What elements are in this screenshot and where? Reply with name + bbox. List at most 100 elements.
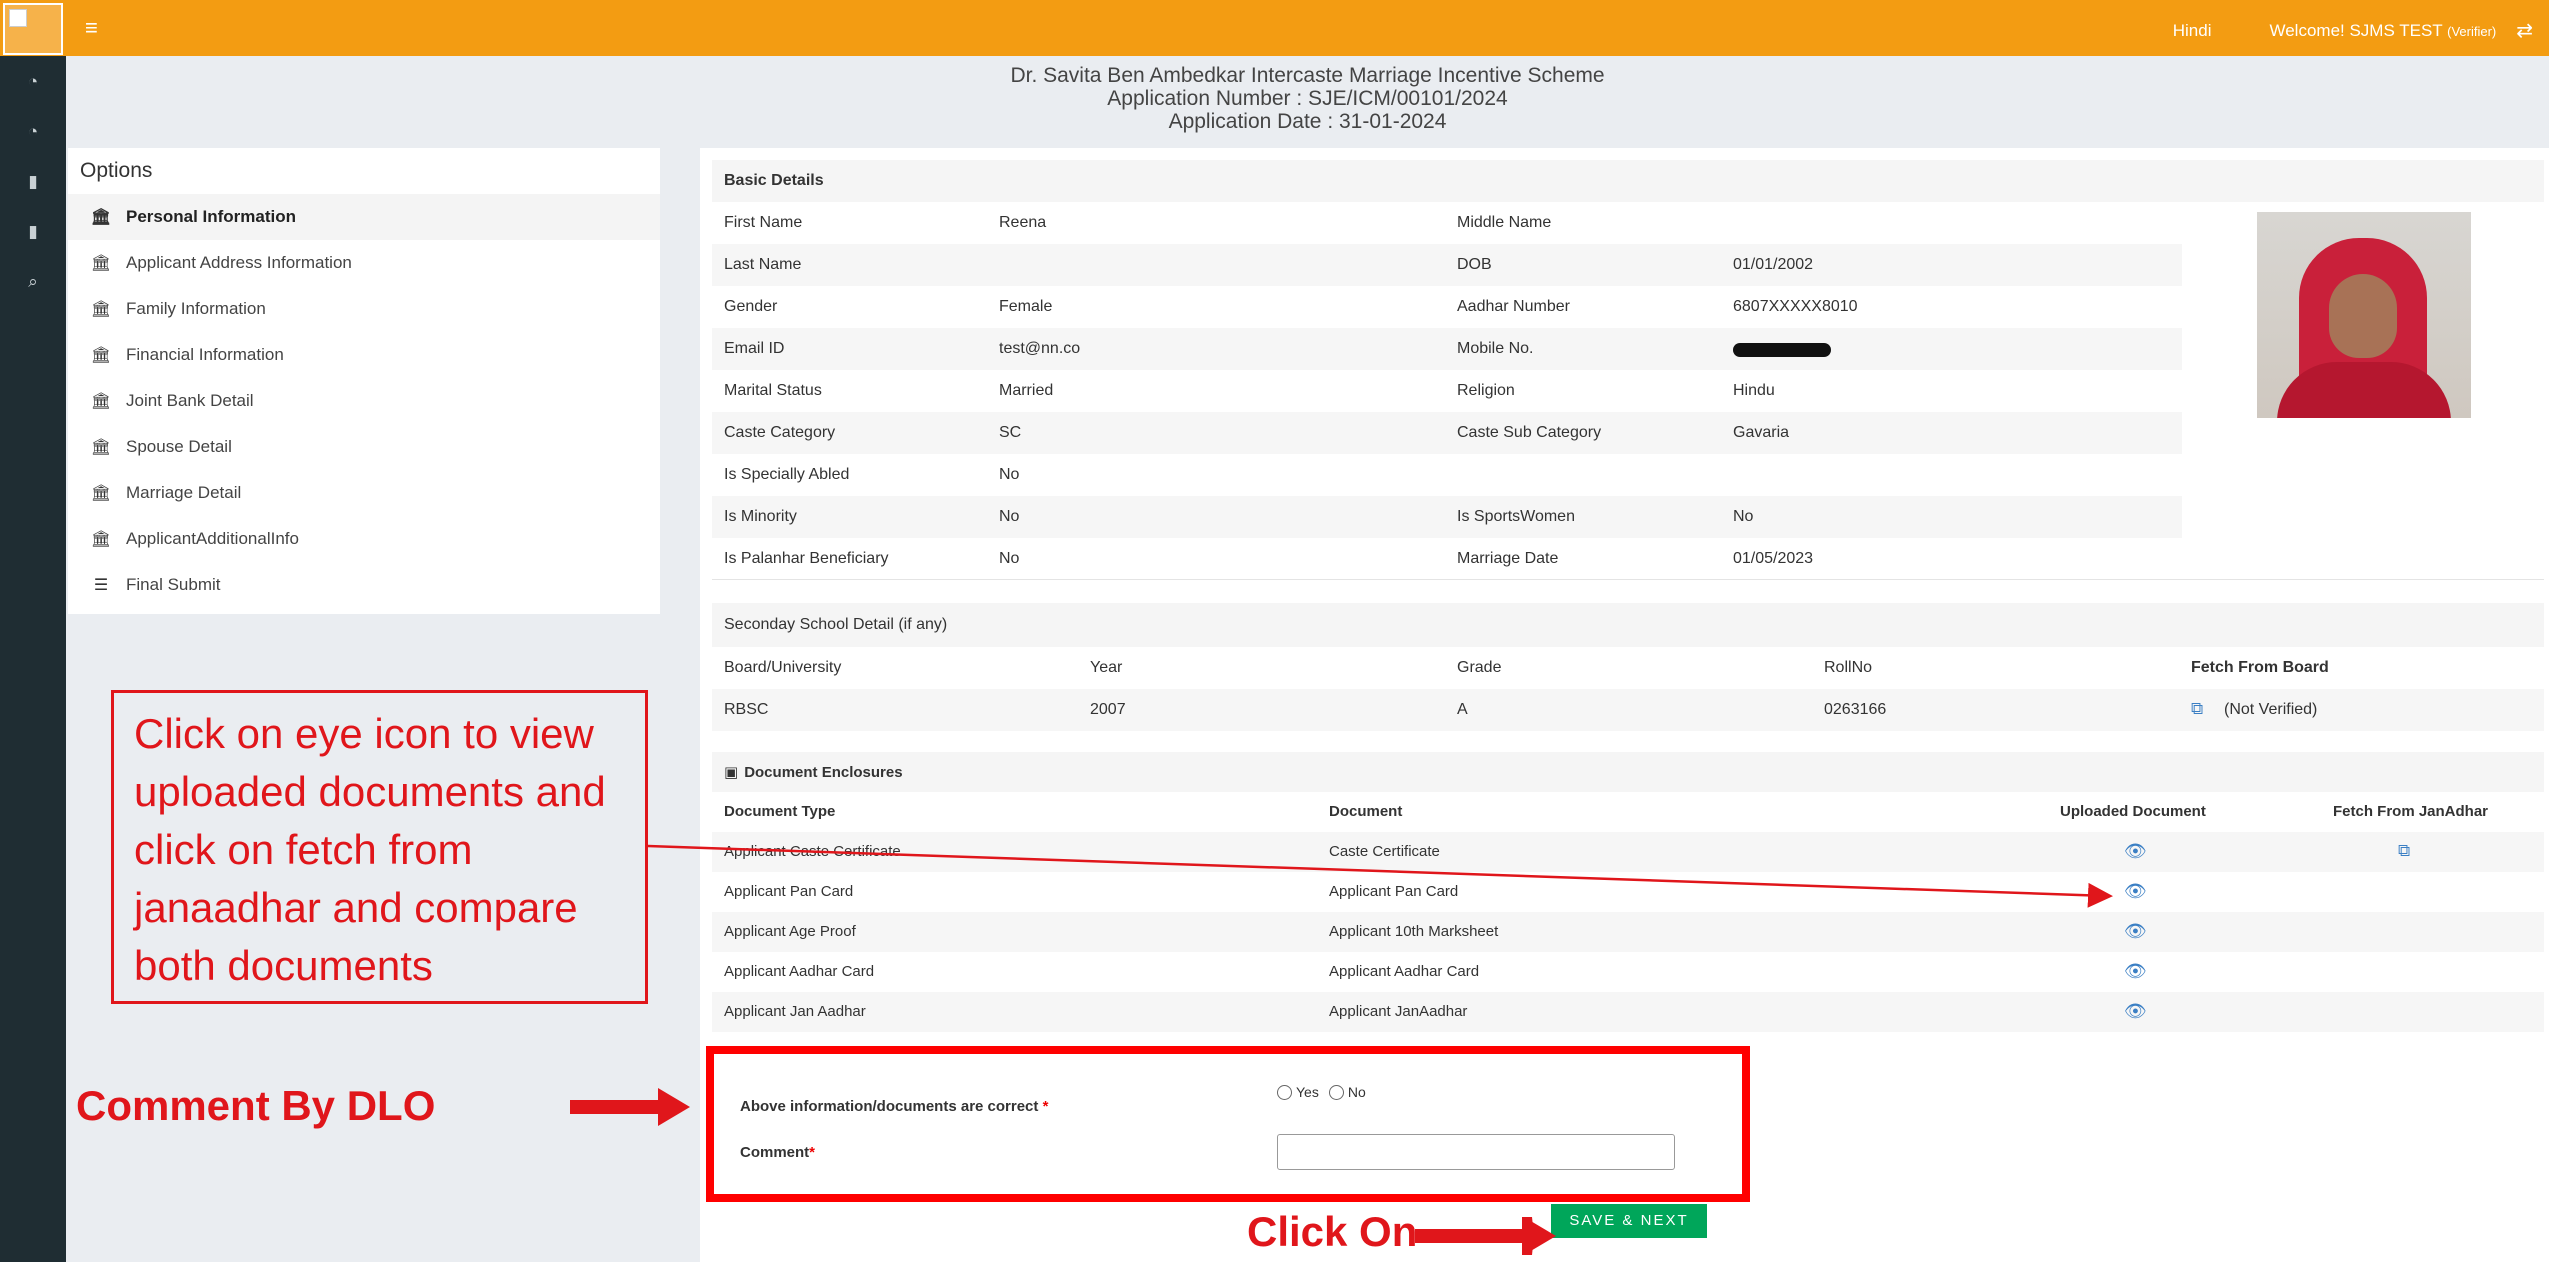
top-bar: ≡ Hindi Welcome! SJMS TEST (Verifier) ⇄ bbox=[0, 0, 2549, 56]
radio-yes[interactable] bbox=[1277, 1084, 1292, 1100]
option-applicant-additional-info[interactable]: 🏛 ApplicantAdditionalInfo bbox=[68, 516, 660, 562]
detail-row: Is Specially Abled No bbox=[712, 454, 2182, 496]
application-date: Application Date : 31-01-2024 bbox=[1168, 110, 1447, 133]
verification-status: (Not Verified) bbox=[2224, 701, 2318, 718]
document-row: Applicant Caste Certificate Caste Certif… bbox=[712, 832, 2544, 872]
language-link[interactable]: Hindi bbox=[2173, 21, 2212, 41]
option-financial-information[interactable]: 🏛 Financial Information bbox=[68, 332, 660, 378]
user-welcome[interactable]: Welcome! SJMS TEST (Verifier) bbox=[2269, 21, 2496, 41]
options-title: Options bbox=[80, 159, 153, 182]
option-marriage-detail[interactable]: 🏛 Marriage Detail bbox=[68, 470, 660, 516]
eye-icon[interactable]: 👁 bbox=[2124, 921, 2147, 942]
column-header: Fetch From Board bbox=[2191, 659, 2329, 676]
application-header: Dr. Savita Ben Ambedkar Intercaste Marri… bbox=[66, 64, 2549, 133]
correct-question: Above information/documents are correct … bbox=[740, 1098, 1048, 1115]
dlo-arrow bbox=[570, 1088, 690, 1126]
eye-icon[interactable]: 👁 bbox=[2124, 881, 2147, 902]
file-icon[interactable]: ▮ bbox=[22, 222, 44, 242]
radio-no-label: No bbox=[1347, 1084, 1366, 1100]
school-grade: A bbox=[1457, 701, 1468, 718]
documents-title: Document Enclosures bbox=[744, 763, 903, 781]
detail-label: Last Name bbox=[724, 256, 802, 273]
detail-label: Religion bbox=[1457, 382, 1515, 399]
document-name: Applicant JanAadhar bbox=[1329, 1003, 1468, 1020]
document-name: Caste Certificate bbox=[1329, 843, 1440, 860]
hamburger-icon[interactable]: ≡ bbox=[85, 17, 98, 39]
detail-row: Last Name DOB 01/01/2002 bbox=[712, 244, 2182, 286]
detail-value: 01/01/2002 bbox=[1733, 256, 1814, 273]
detail-label: First Name bbox=[724, 214, 803, 231]
logo[interactable] bbox=[3, 3, 63, 55]
document-name: Applicant 10th Marksheet bbox=[1329, 923, 1499, 940]
option-joint-bank-detail[interactable]: 🏛 Joint Bank Detail bbox=[68, 378, 660, 424]
required-mark: * bbox=[1042, 1098, 1049, 1115]
correct-radio-group: Yes No bbox=[1277, 1084, 1366, 1100]
option-label: Financial Information bbox=[126, 345, 284, 364]
column-header: Uploaded Document bbox=[2060, 803, 2206, 820]
detail-value: No bbox=[999, 550, 1020, 567]
broken-image-icon bbox=[9, 9, 27, 27]
external-link-icon[interactable]: ⧉ bbox=[2191, 699, 2203, 719]
column-header: RollNo bbox=[1824, 659, 1873, 676]
bank-icon: 🏛 bbox=[90, 393, 112, 410]
detail-value: Hindu bbox=[1733, 382, 1775, 399]
comment-input[interactable] bbox=[1277, 1134, 1675, 1170]
detail-label: Marriage Date bbox=[1457, 550, 1559, 567]
column-header: Board/University bbox=[724, 659, 842, 676]
option-spouse-detail[interactable]: 🏛 Spouse Detail bbox=[68, 424, 660, 470]
eye-icon[interactable]: 👁 bbox=[2124, 1001, 2147, 1022]
column-header: Year bbox=[1090, 659, 1123, 676]
dashboard-icon[interactable]: ◔ bbox=[22, 72, 44, 92]
detail-label: Marital Status bbox=[724, 382, 822, 399]
eye-icon[interactable]: 👁 bbox=[2124, 841, 2147, 862]
documents-header-row: Document Type Document Uploaded Document… bbox=[712, 792, 2544, 832]
radio-no[interactable] bbox=[1328, 1084, 1344, 1100]
column-header: Fetch From JanAdhar bbox=[2333, 803, 2489, 820]
detail-label: Is Palanhar Beneficiary bbox=[724, 550, 889, 567]
document-row: Applicant Aadhar Card Applicant Aadhar C… bbox=[712, 952, 2544, 992]
option-label: Personal Information bbox=[126, 207, 297, 226]
click-on-label: Click On bbox=[1247, 1208, 1418, 1255]
option-final-submit[interactable]: ☰ Final Submit bbox=[68, 562, 660, 608]
document-row: Applicant Age Proof Applicant 10th Marks… bbox=[712, 912, 2544, 952]
dashboard-icon[interactable]: ◔ bbox=[22, 122, 44, 142]
document-row: Applicant Jan Aadhar Applicant JanAadhar… bbox=[712, 992, 2544, 1032]
detail-row: Email ID test@nn.co Mobile No. bbox=[712, 328, 2182, 370]
detail-row: Marital Status Married Religion Hindu bbox=[712, 370, 2182, 412]
option-label: Spouse Detail bbox=[126, 437, 232, 456]
radio-yes-label: Yes bbox=[1296, 1084, 1319, 1100]
application-number: Application Number : SJE/ICM/00101/2024 bbox=[1107, 87, 1508, 110]
detail-label: DOB bbox=[1457, 256, 1492, 273]
question-text: Above information/documents are correct bbox=[740, 1098, 1039, 1115]
detail-label: Caste Category bbox=[724, 424, 836, 441]
option-label: Family Information bbox=[126, 299, 266, 318]
bank-icon: 🏛 bbox=[90, 347, 112, 364]
column-header: Grade bbox=[1457, 659, 1502, 676]
file-icon[interactable]: ▮ bbox=[22, 172, 44, 192]
applicant-photo bbox=[2257, 212, 2471, 418]
option-applicant-address[interactable]: 🏛 Applicant Address Information bbox=[68, 240, 660, 286]
swap-icon[interactable]: ⇄ bbox=[2516, 18, 2533, 43]
external-link-icon[interactable]: ⧉ bbox=[2398, 841, 2410, 861]
option-label: Marriage Detail bbox=[126, 483, 242, 502]
redacted-mobile bbox=[1733, 343, 1831, 357]
dlo-comment-box: Above information/documents are correct … bbox=[706, 1046, 1750, 1202]
detail-row: First Name Reena Middle Name bbox=[712, 202, 2182, 244]
detail-value: 6807XXXXX8010 bbox=[1733, 298, 1858, 315]
option-personal-information[interactable]: 🏛 Personal Information bbox=[68, 194, 660, 240]
option-family-information[interactable]: 🏛 Family Information bbox=[68, 286, 660, 332]
search-icon[interactable]: ⌕ bbox=[22, 272, 44, 292]
document-type: Applicant Jan Aadhar bbox=[724, 1003, 866, 1020]
bank-icon: 🏛 bbox=[90, 439, 112, 456]
document-type: Applicant Pan Card bbox=[724, 883, 854, 900]
option-label: ApplicantAdditionalInfo bbox=[126, 529, 299, 548]
detail-value: No bbox=[999, 466, 1020, 483]
school-board: RBSC bbox=[724, 701, 769, 718]
document-type: Applicant Age Proof bbox=[724, 923, 856, 940]
eye-icon[interactable]: 👁 bbox=[2124, 961, 2147, 982]
save-next-button[interactable]: SAVE & NEXT bbox=[1551, 1204, 1707, 1238]
document-row: Applicant Pan Card Applicant Pan Card 👁 bbox=[712, 872, 2544, 912]
document-icon: ▣ bbox=[724, 764, 739, 781]
photo-face bbox=[2329, 274, 2397, 358]
bank-icon: 🏛 bbox=[90, 485, 112, 502]
